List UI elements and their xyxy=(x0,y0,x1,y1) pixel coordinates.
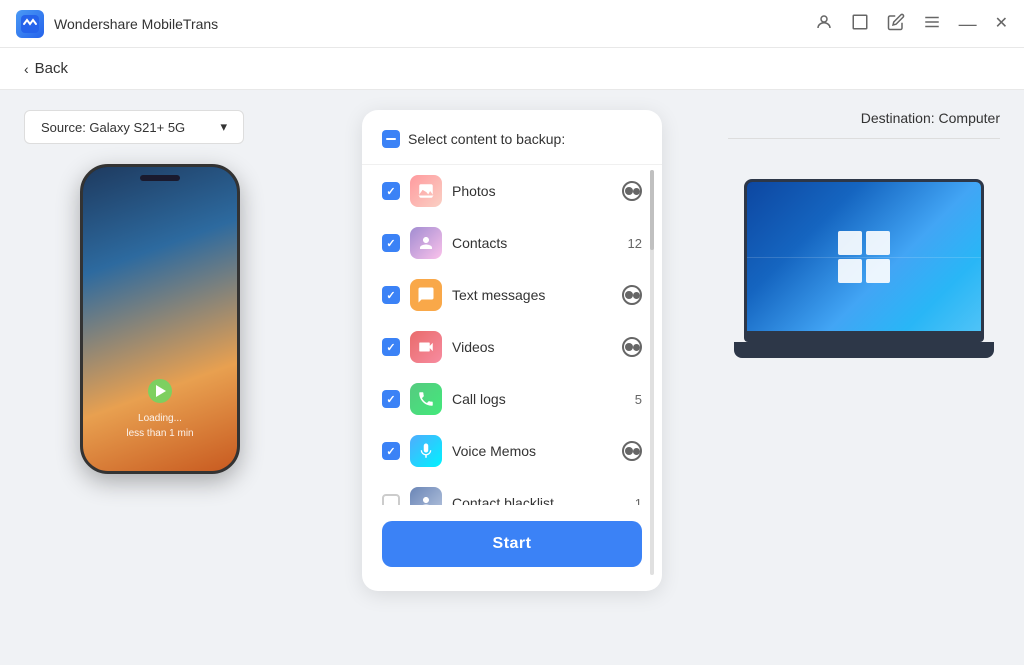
laptop-container xyxy=(728,179,1000,358)
item-label-calls: Call logs xyxy=(452,391,625,407)
item-label-photos: Photos xyxy=(452,183,612,199)
item-label-contacts: Contacts xyxy=(452,235,618,251)
screen-divider xyxy=(747,257,981,258)
item-label-messages: Text messages xyxy=(452,287,612,303)
laptop-illustration xyxy=(744,179,984,358)
close-button[interactable]: ✕ xyxy=(995,16,1008,32)
app-logo xyxy=(16,10,44,38)
item-checkbox-videos[interactable]: ✓ xyxy=(382,338,400,356)
dropdown-chevron-icon: ▾ xyxy=(220,119,227,135)
item-label-videos: Videos xyxy=(452,339,612,355)
minimize-button[interactable]: — xyxy=(959,15,977,33)
back-bar: ‹ Back xyxy=(0,48,1024,90)
select-all-checkbox[interactable] xyxy=(382,130,400,148)
left-panel: Source: Galaxy S21+ 5G ▾ Loading... less… xyxy=(0,90,320,663)
camera-icon-videos xyxy=(622,337,642,357)
destination-label: Destination: Computer xyxy=(728,110,1000,139)
phone-side-button xyxy=(80,247,82,277)
phone-play-icon xyxy=(148,379,172,403)
list-item[interactable]: ✓ Photos xyxy=(362,165,662,217)
list-item[interactable]: ✓ Videos xyxy=(362,321,662,373)
menu-icon[interactable] xyxy=(923,13,941,35)
laptop-screen-inner xyxy=(747,182,981,331)
photos-icon xyxy=(410,175,442,207)
app-title: Wondershare MobileTrans xyxy=(54,16,218,32)
back-button[interactable]: ‹ Back xyxy=(24,60,68,77)
item-badge-calls: 5 xyxy=(635,392,642,407)
item-label-blacklist: Contact blacklist xyxy=(452,495,625,505)
item-badge-contacts: 12 xyxy=(628,236,642,251)
start-button[interactable]: Start xyxy=(382,521,642,567)
phone-container: Loading... less than 1 min xyxy=(24,164,296,474)
source-label: Source: Galaxy S21+ 5G xyxy=(41,120,185,135)
item-checkbox-calls[interactable]: ✓ xyxy=(382,390,400,408)
selection-card: Select content to backup: ✓ Photos ✓ xyxy=(362,110,662,591)
scroll-thumb[interactable] xyxy=(650,170,654,250)
right-panel: Destination: Computer xyxy=(704,90,1024,663)
content-list: ✓ Photos ✓ Contacts 12 xyxy=(362,165,662,505)
edit-icon[interactable] xyxy=(887,13,905,35)
list-item[interactable]: ✓ Call logs 5 xyxy=(362,373,662,425)
phone-illustration: Loading... less than 1 min xyxy=(80,164,240,474)
titlebar: Wondershare MobileTrans — ✕ xyxy=(0,0,1024,48)
start-button-container: Start xyxy=(362,505,662,571)
laptop-hinge xyxy=(744,334,984,342)
main-content: Source: Galaxy S21+ 5G ▾ Loading... less… xyxy=(0,90,1024,663)
item-checkbox-contacts[interactable]: ✓ xyxy=(382,234,400,252)
back-chevron-icon: ‹ xyxy=(24,61,29,77)
phone-screen: Loading... less than 1 min xyxy=(83,167,237,471)
item-checkbox-voice[interactable]: ✓ xyxy=(382,442,400,460)
laptop-screen xyxy=(744,179,984,334)
videos-icon xyxy=(410,331,442,363)
select-all-label: Select content to backup: xyxy=(408,131,565,147)
item-label-voice: Voice Memos xyxy=(452,443,612,459)
windows-q2 xyxy=(866,231,890,255)
source-dropdown[interactable]: Source: Galaxy S21+ 5G ▾ xyxy=(24,110,244,144)
windows-q1 xyxy=(838,231,862,255)
list-item[interactable]: Contact blacklist 1 xyxy=(362,477,662,505)
contacts-icon xyxy=(410,227,442,259)
item-badge-blacklist: 1 xyxy=(635,496,642,506)
phone-loading-text: Loading... less than 1 min xyxy=(126,411,193,441)
phone-notch xyxy=(140,175,180,181)
messages-icon xyxy=(410,279,442,311)
window-controls: — ✕ xyxy=(815,13,1008,35)
camera-icon-messages xyxy=(622,285,642,305)
list-item[interactable]: ✓ Voice Memos xyxy=(362,425,662,477)
item-checkbox-blacklist[interactable] xyxy=(382,494,400,505)
calls-icon xyxy=(410,383,442,415)
list-item[interactable]: ✓ Text messages xyxy=(362,269,662,321)
selection-header: Select content to backup: xyxy=(362,130,662,165)
item-checkbox-messages[interactable]: ✓ xyxy=(382,286,400,304)
windows-q3 xyxy=(838,259,862,283)
center-panel: Select content to backup: ✓ Photos ✓ xyxy=(320,90,704,663)
camera-icon-photos xyxy=(622,181,642,201)
windows-q4 xyxy=(866,259,890,283)
camera-icon-voice xyxy=(622,441,642,461)
user-icon[interactable] xyxy=(815,13,833,35)
back-label: Back xyxy=(35,60,68,77)
voice-icon xyxy=(410,435,442,467)
laptop-base xyxy=(734,342,994,358)
blacklist-icon xyxy=(410,487,442,505)
item-checkbox-photos[interactable]: ✓ xyxy=(382,182,400,200)
window-icon[interactable] xyxy=(851,13,869,35)
list-item[interactable]: ✓ Contacts 12 xyxy=(362,217,662,269)
